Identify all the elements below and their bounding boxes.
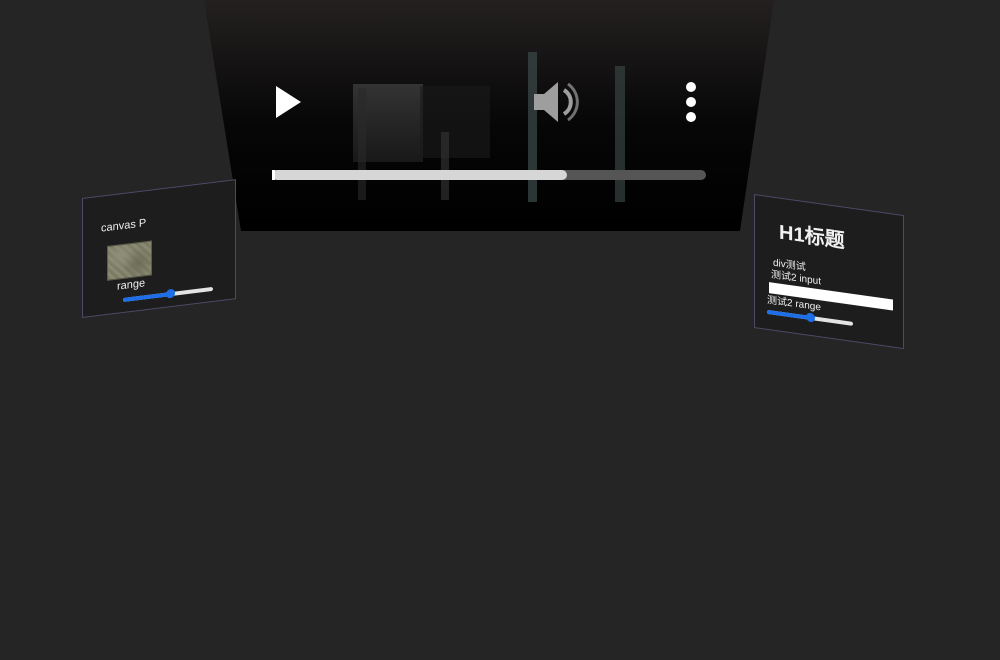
ghost-artifact <box>420 86 490 158</box>
volume-button[interactable] <box>528 78 582 128</box>
range-label: range <box>117 277 146 293</box>
test-range-slider[interactable] <box>767 309 853 326</box>
canvas-texture <box>107 240 152 281</box>
form-panel: H1标题 div测试 测试2 input 测试2 range <box>754 194 904 350</box>
canvas-panel-title: canvas P <box>101 217 147 235</box>
more-options-button[interactable] <box>678 78 704 124</box>
range-thumb[interactable] <box>806 312 815 323</box>
range-thumb[interactable] <box>165 288 175 299</box>
range-fill <box>123 292 170 302</box>
panel-heading: H1标题 <box>779 221 845 253</box>
play-button[interactable] <box>268 82 308 122</box>
ghost-artifact <box>358 88 366 200</box>
seek-bar[interactable] <box>272 168 708 182</box>
ghost-artifact <box>441 132 449 200</box>
canvas-panel: canvas P range <box>82 179 236 318</box>
vr-scene: canvas P range H1标题 div测试 测试2 input 测试2 … <box>0 0 1000 660</box>
